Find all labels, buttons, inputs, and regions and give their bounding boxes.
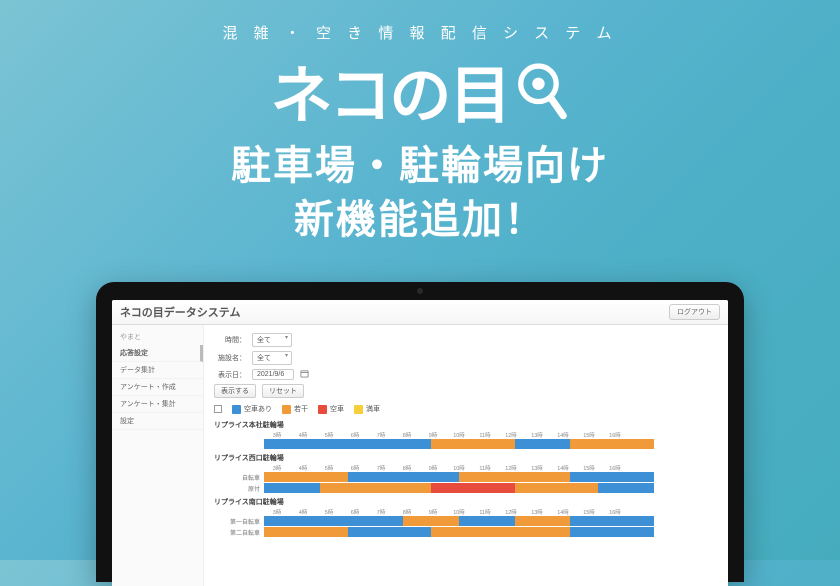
app-screen: ネコの目データシステム ログアウト やまと 応答設定データ集計アンケート・作成ア…: [112, 300, 728, 586]
time-axis: 3時4時5時6時7時8時9時10時11時12時13時14時15時16時: [264, 464, 718, 472]
logout-button[interactable]: ログアウト: [669, 304, 720, 320]
sidebar-group[interactable]: やまと: [112, 329, 203, 345]
laptop-mockup: ネコの目データシステム ログアウト やまと 応答設定データ集計アンケート・作成ア…: [96, 282, 744, 582]
field3-label: 表示日：: [214, 370, 246, 380]
row-label: 自転車: [214, 473, 260, 482]
chart-title: リプライス西口駐輪場: [214, 453, 718, 463]
status-bar: [264, 527, 654, 537]
logo-text: ネコの目: [271, 45, 510, 135]
bar-segment: [264, 516, 403, 526]
magnifier-eye-icon: [515, 59, 569, 121]
date-input[interactable]: 2021/9/6: [252, 369, 294, 380]
bar-segment: [515, 439, 571, 449]
bar-segment: [403, 516, 459, 526]
headline-line-1: 駐車場・駐輪場向け: [0, 139, 840, 193]
bar-segment: [459, 472, 570, 482]
field2-label: 施設名：: [214, 353, 246, 363]
row-label: 原付: [214, 484, 260, 493]
sidebar-item[interactable]: データ集計: [112, 362, 203, 379]
sidebar: やまと 応答設定データ集計アンケート・作成アンケート・集計設定: [112, 325, 204, 586]
bar-segment: [570, 472, 654, 482]
bar-segment: [264, 483, 320, 493]
bar-segment: [570, 439, 654, 449]
calendar-icon[interactable]: [300, 369, 309, 380]
sidebar-item[interactable]: アンケート・集計: [112, 396, 203, 413]
chart-row: 第一自転車: [214, 516, 718, 526]
field1-label: 時間：: [214, 335, 246, 345]
bar-segment: [431, 527, 570, 537]
bar-segment: [515, 516, 571, 526]
row-label: 第一自転車: [214, 517, 260, 526]
chart-row: 自転車: [214, 472, 718, 482]
chart-title: リプライス南口駐輪場: [214, 497, 718, 507]
camera-dot: [417, 288, 423, 294]
status-bar: [264, 439, 654, 449]
chart-group: リプライス南口駐輪場3時4時5時6時7時8時9時10時11時12時13時14時1…: [214, 497, 718, 537]
chart-row: 原付: [214, 483, 718, 493]
show-button[interactable]: 表示する: [214, 384, 256, 398]
row-label: 第二自転車: [214, 528, 260, 537]
time-axis: 3時4時5時6時7時8時9時10時11時12時13時14時15時16時: [264, 431, 718, 439]
bar-segment: [348, 472, 459, 482]
status-bar: [264, 472, 654, 482]
chart-group: リプライス西口駐輪場3時4時5時6時7時8時9時10時11時12時13時14時1…: [214, 453, 718, 493]
bar-segment: [431, 483, 515, 493]
reset-button[interactable]: リセット: [262, 384, 304, 398]
app-header: ネコの目データシステム ログアウト: [112, 300, 728, 325]
app-title: ネコの目データシステム: [120, 304, 240, 320]
status-bar: [264, 516, 654, 526]
main-panel: 時間： 全て 施設名： 全て 表示日： 2021/9/6: [204, 325, 728, 586]
chart-title: リプライス本社駐輪場: [214, 420, 718, 430]
chart-row: 第二自転車: [214, 527, 718, 537]
sidebar-item[interactable]: アンケート・作成: [112, 379, 203, 396]
bar-segment: [570, 516, 654, 526]
legend-item: 満車: [354, 404, 380, 414]
headline: 駐車場・駐輪場向け 新機能追加！: [0, 139, 840, 247]
logo: ネコの目: [0, 45, 840, 135]
bar-segment: [515, 483, 599, 493]
legend: 空車あり若干空車満車: [214, 404, 718, 414]
bar-segment: [431, 439, 515, 449]
bar-segment: [459, 516, 515, 526]
bar-segment: [598, 483, 654, 493]
legend-item: 空車あり: [232, 404, 272, 414]
hero: 混 雑 ・ 空 き 情 報 配 信 シ ス テ ム ネコの目 駐車場・駐輪場向け…: [0, 0, 840, 247]
facility-select[interactable]: 全て: [252, 351, 292, 365]
chart-row: [214, 439, 718, 449]
time-select[interactable]: 全て: [252, 333, 292, 347]
bar-segment: [264, 439, 431, 449]
sidebar-item[interactable]: 設定: [112, 413, 203, 430]
sidebar-item[interactable]: 応答設定: [112, 345, 203, 362]
bar-segment: [348, 527, 432, 537]
legend-item: 空車: [318, 404, 344, 414]
bar-segment: [264, 472, 348, 482]
time-axis: 3時4時5時6時7時8時9時10時11時12時13時14時15時16時: [264, 508, 718, 516]
legend-item: 若干: [282, 404, 308, 414]
status-bar: [264, 483, 654, 493]
bar-segment: [264, 527, 348, 537]
bar-segment: [570, 527, 654, 537]
tagline: 混 雑 ・ 空 き 情 報 配 信 シ ス テ ム: [0, 22, 840, 43]
chart-group: リプライス本社駐輪場3時4時5時6時7時8時9時10時11時12時13時14時1…: [214, 420, 718, 449]
bar-segment: [320, 483, 431, 493]
headline-line-2: 新機能追加！: [0, 193, 840, 247]
